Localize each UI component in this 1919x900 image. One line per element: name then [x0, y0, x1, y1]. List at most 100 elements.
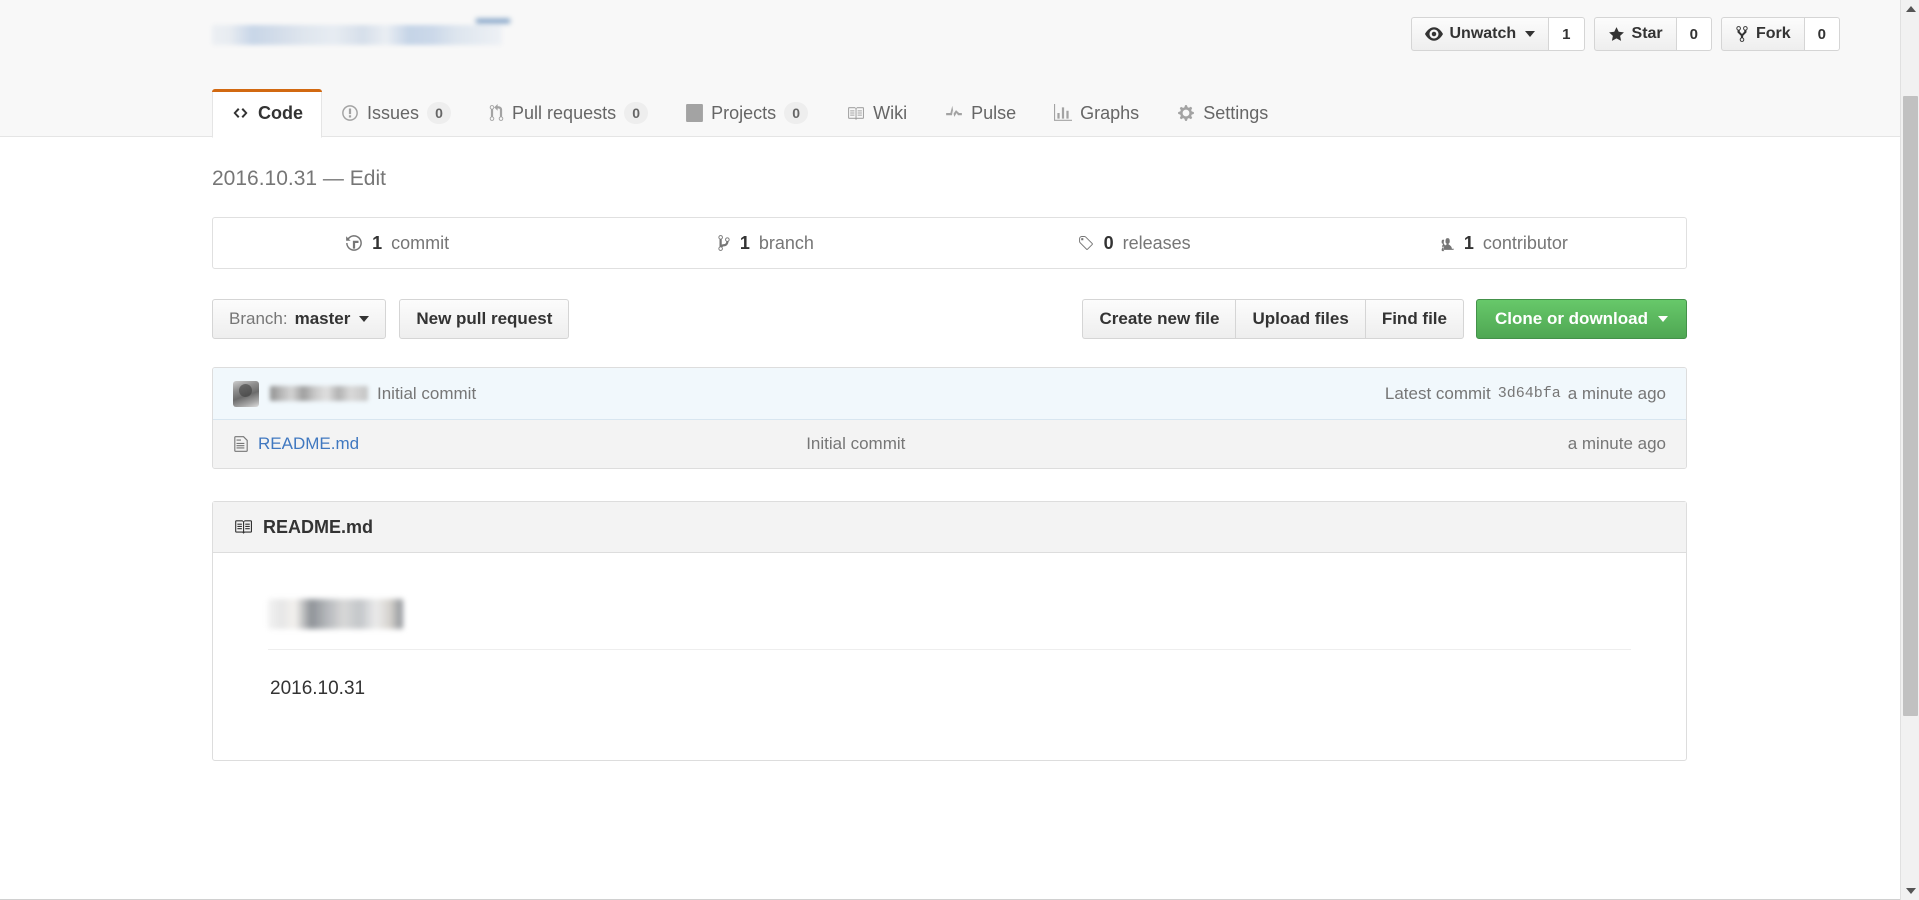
file-name-cell: README.md [233, 434, 806, 454]
upload-files-label: Upload files [1252, 309, 1349, 328]
tab-projects-count: 0 [784, 102, 809, 124]
scroll-down-arrow-icon[interactable] [1901, 882, 1919, 900]
table-row: README.md Initial commit a minute ago [213, 420, 1686, 468]
find-file-label: Find file [1381, 309, 1447, 328]
tab-settings[interactable]: Settings [1158, 88, 1287, 137]
latest-commit-age: a minute ago [1567, 383, 1666, 403]
star-button[interactable]: Star [1593, 17, 1676, 51]
file-link-readme[interactable]: README.md [258, 434, 359, 454]
watch-count[interactable]: 1 [1548, 17, 1585, 51]
new-pull-request-label: New pull request [416, 309, 553, 328]
new-pull-request-button[interactable]: New pull request [399, 299, 570, 339]
tab-graphs[interactable]: Graphs [1035, 88, 1158, 137]
tab-pull-requests-count: 0 [624, 102, 649, 124]
tab-code-label: Code [258, 102, 303, 123]
action-bar-left: Branch: master New pull request [212, 299, 570, 339]
stat-branches[interactable]: 1 branch [581, 218, 949, 268]
fork-count[interactable]: 0 [1803, 17, 1840, 51]
browser-viewport: Unwatch 1 Star 0 Fork 0 Code Issues 0 Pu… [0, 0, 1919, 900]
repo-title[interactable] [212, 19, 510, 50]
star-count[interactable]: 0 [1675, 17, 1712, 51]
latest-commit-meta: Latest commit 3d64bfa a minute ago [1385, 384, 1666, 404]
organization-icon [1436, 235, 1455, 252]
repo-nav-tabs: Code Issues 0 Pull requests 0 Projects 0… [212, 88, 1287, 138]
vertical-scrollbar[interactable] [1900, 0, 1919, 900]
chevron-down-icon [1658, 316, 1668, 322]
tab-code[interactable]: Code [212, 89, 322, 138]
repo-forked-icon [1735, 25, 1749, 43]
issue-opened-icon [341, 104, 359, 122]
stat-branches-label: branch [758, 232, 814, 253]
commit-author-redacted[interactable] [270, 386, 368, 401]
latest-commit-prefix: Latest commit [1384, 383, 1491, 403]
stat-contributors[interactable]: 1 contributor [1318, 218, 1686, 268]
readme-header-label: README.md [263, 516, 374, 537]
stat-releases[interactable]: 0 releases [950, 218, 1318, 268]
avatar[interactable] [233, 380, 259, 407]
eye-icon [1424, 25, 1443, 43]
tab-pull-requests[interactable]: Pull requests 0 [470, 88, 667, 137]
tag-icon [1077, 235, 1095, 252]
fork-button-group: Fork 0 [1720, 17, 1840, 51]
latest-commit-sha[interactable]: 3d64bfa [1498, 385, 1561, 402]
action-bar-right: Create new file Upload files Find file C… [1082, 299, 1687, 339]
book-icon [846, 105, 865, 122]
repo-main-content: 2016.10.31 — Edit 1 commit 1 branch 0 re… [212, 137, 1687, 801]
repo-header: Unwatch 1 Star 0 Fork 0 Code Issues 0 Pu… [0, 0, 1900, 138]
clone-or-download-button[interactable]: Clone or download [1476, 299, 1687, 339]
repo-title-redacted-accent [476, 19, 510, 23]
tab-wiki[interactable]: Wiki [827, 88, 926, 137]
latest-commit-message[interactable]: Initial commit [377, 384, 476, 404]
watch-button-group: Unwatch 1 [1410, 17, 1585, 51]
stat-releases-label: releases [1122, 232, 1191, 253]
project-icon [686, 104, 704, 122]
fork-label: Fork [1755, 25, 1791, 42]
stat-contributors-label: contributor [1482, 232, 1568, 253]
scroll-up-arrow-icon[interactable] [1901, 0, 1919, 18]
create-new-file-button[interactable]: Create new file [1082, 299, 1236, 339]
stat-contributors-count: 1 [1463, 232, 1474, 253]
branch-selector-button[interactable]: Branch: master [212, 299, 387, 339]
readme-panel: README.md 2016.10.31 [212, 501, 1687, 761]
repo-action-bar: Branch: master New pull request Create n… [212, 299, 1687, 339]
tab-pull-requests-label: Pull requests [512, 102, 617, 123]
stat-releases-count: 0 [1103, 232, 1114, 253]
branch-prefix-label: Branch: [229, 309, 288, 328]
chevron-down-icon [1525, 31, 1536, 37]
star-label: Star [1631, 25, 1663, 42]
find-file-button[interactable]: Find file [1364, 299, 1464, 339]
tab-pulse[interactable]: Pulse [926, 88, 1035, 137]
upload-files-button[interactable]: Upload files [1235, 299, 1365, 339]
stat-branches-count: 1 [739, 232, 750, 253]
graph-icon [1054, 104, 1073, 122]
tab-graphs-label: Graphs [1080, 102, 1140, 123]
pulse-icon [945, 104, 963, 122]
file-text-icon [233, 435, 249, 453]
repo-social-actions: Unwatch 1 Star 0 Fork 0 [1410, 17, 1840, 51]
file-age: a minute ago [1567, 434, 1666, 453]
repo-title-redacted [212, 19, 510, 45]
file-commit-message[interactable]: Initial commit [806, 434, 1568, 454]
unwatch-button[interactable]: Unwatch [1410, 17, 1549, 51]
fork-button[interactable]: Fork [1720, 17, 1804, 51]
latest-commit-row: Initial commit Latest commit 3d64bfa a m… [213, 368, 1686, 420]
branch-name-label: master [294, 309, 351, 328]
tab-issues[interactable]: Issues 0 [322, 88, 470, 137]
repo-stats-bar: 1 commit 1 branch 0 releases 1 contribut… [212, 217, 1687, 269]
stat-commits[interactable]: 1 commit [213, 218, 581, 268]
git-branch-icon [717, 234, 731, 252]
scrollbar-thumb[interactable] [1903, 96, 1918, 716]
tab-projects[interactable]: Projects 0 [667, 88, 827, 137]
repo-file-table: Initial commit Latest commit 3d64bfa a m… [212, 367, 1687, 469]
star-button-group: Star 0 [1593, 17, 1712, 51]
code-icon [231, 105, 250, 121]
tab-projects-label: Projects [711, 102, 777, 123]
readme-divider [268, 649, 1631, 650]
repo-description: 2016.10.31 — Edit [212, 167, 386, 190]
readme-body: 2016.10.31 [213, 553, 1686, 760]
create-new-file-label: Create new file [1099, 309, 1220, 328]
stat-commits-count: 1 [372, 232, 383, 253]
gear-icon [1177, 104, 1195, 122]
tab-issues-label: Issues [367, 102, 420, 123]
book-icon [233, 518, 253, 536]
